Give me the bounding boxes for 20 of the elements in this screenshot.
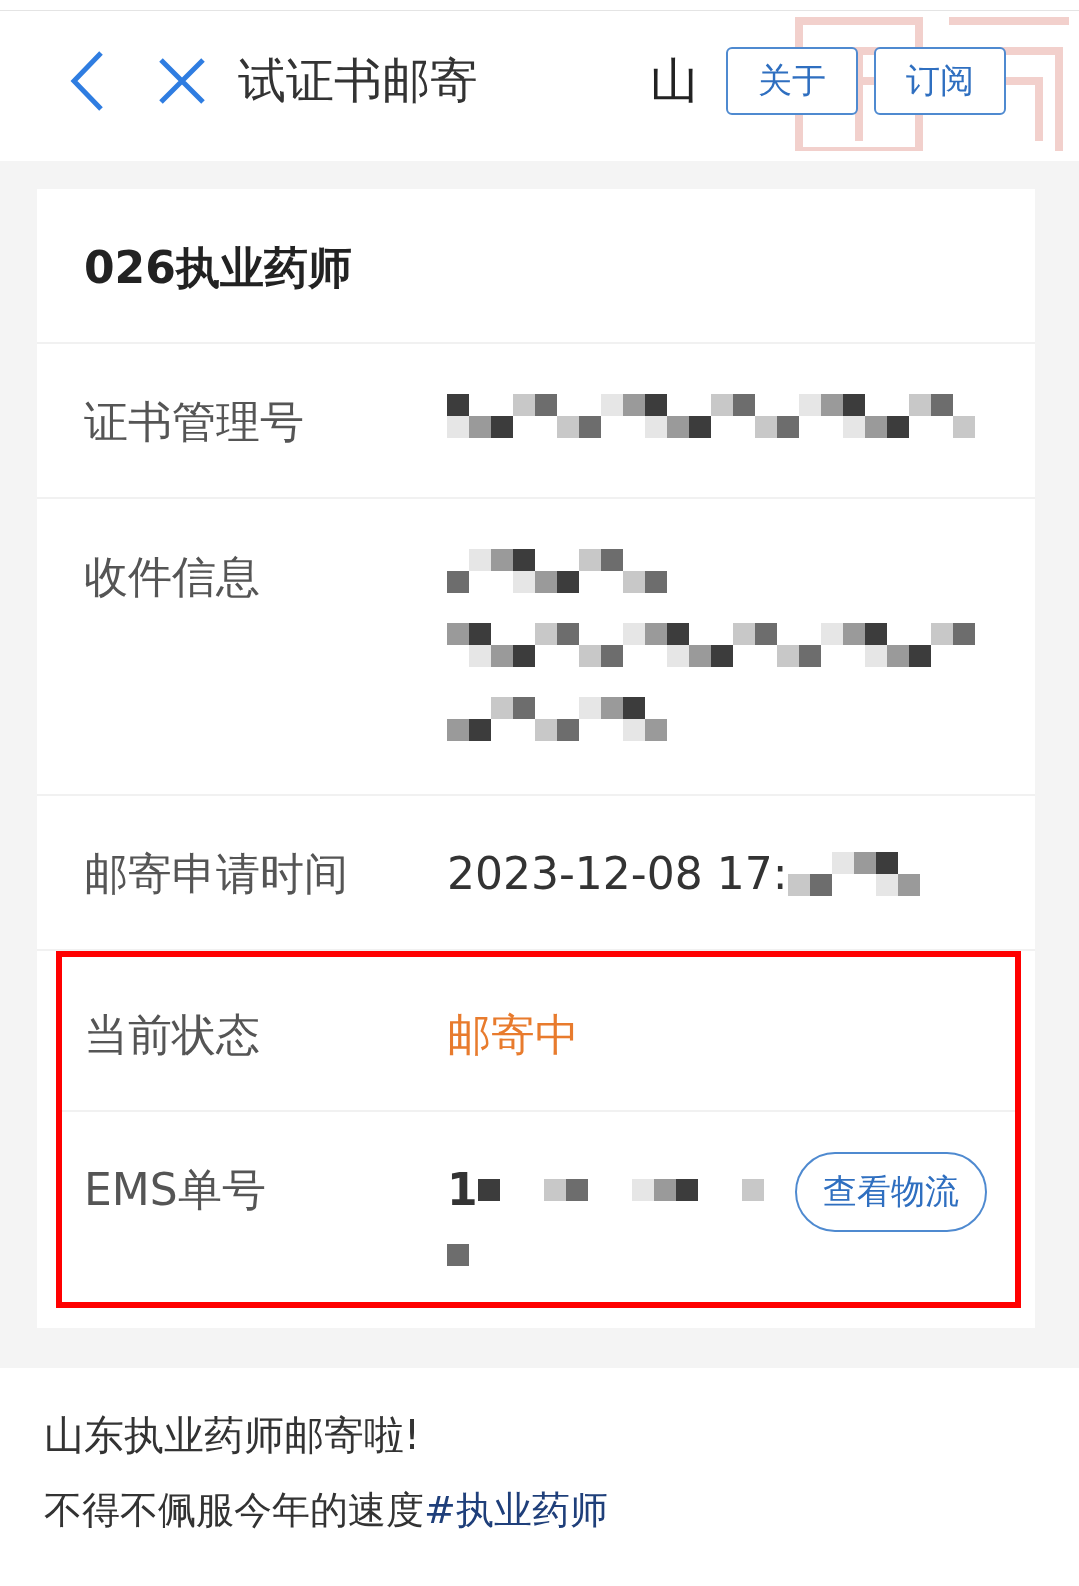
field-value: 1 bbox=[447, 1163, 478, 1217]
field-label: 邮寄申请时间 bbox=[84, 847, 349, 901]
field-label: 收件信息 bbox=[84, 550, 261, 604]
card-title: 026执业药师 bbox=[37, 189, 1035, 344]
post-title: 山东执业药师邮寄啦! bbox=[44, 1411, 422, 1460]
page-title: 试证书邮寄 bbox=[238, 51, 478, 110]
header-button[interactable]: 关于 bbox=[726, 47, 858, 115]
header-button[interactable]: 订阅 bbox=[874, 47, 1006, 115]
status-value: 邮寄中 bbox=[447, 1008, 579, 1062]
page-subtitle: 山 bbox=[650, 51, 699, 110]
field-label: 当前状态 bbox=[84, 1008, 261, 1062]
post-caption: 不得不佩服今年的速度 bbox=[44, 1488, 424, 1532]
close-icon[interactable] bbox=[158, 57, 206, 105]
field-label: 证书管理号 bbox=[84, 395, 305, 449]
hashtag-link[interactable]: #执业药师 bbox=[424, 1488, 608, 1532]
logistics-button[interactable]: 查看物流 bbox=[795, 1152, 987, 1232]
field-value: 2023-12-08 17: bbox=[447, 847, 788, 901]
field-label: EMS单号 bbox=[84, 1163, 267, 1217]
back-icon[interactable] bbox=[70, 50, 104, 112]
redaction-mosaic bbox=[447, 1244, 469, 1266]
